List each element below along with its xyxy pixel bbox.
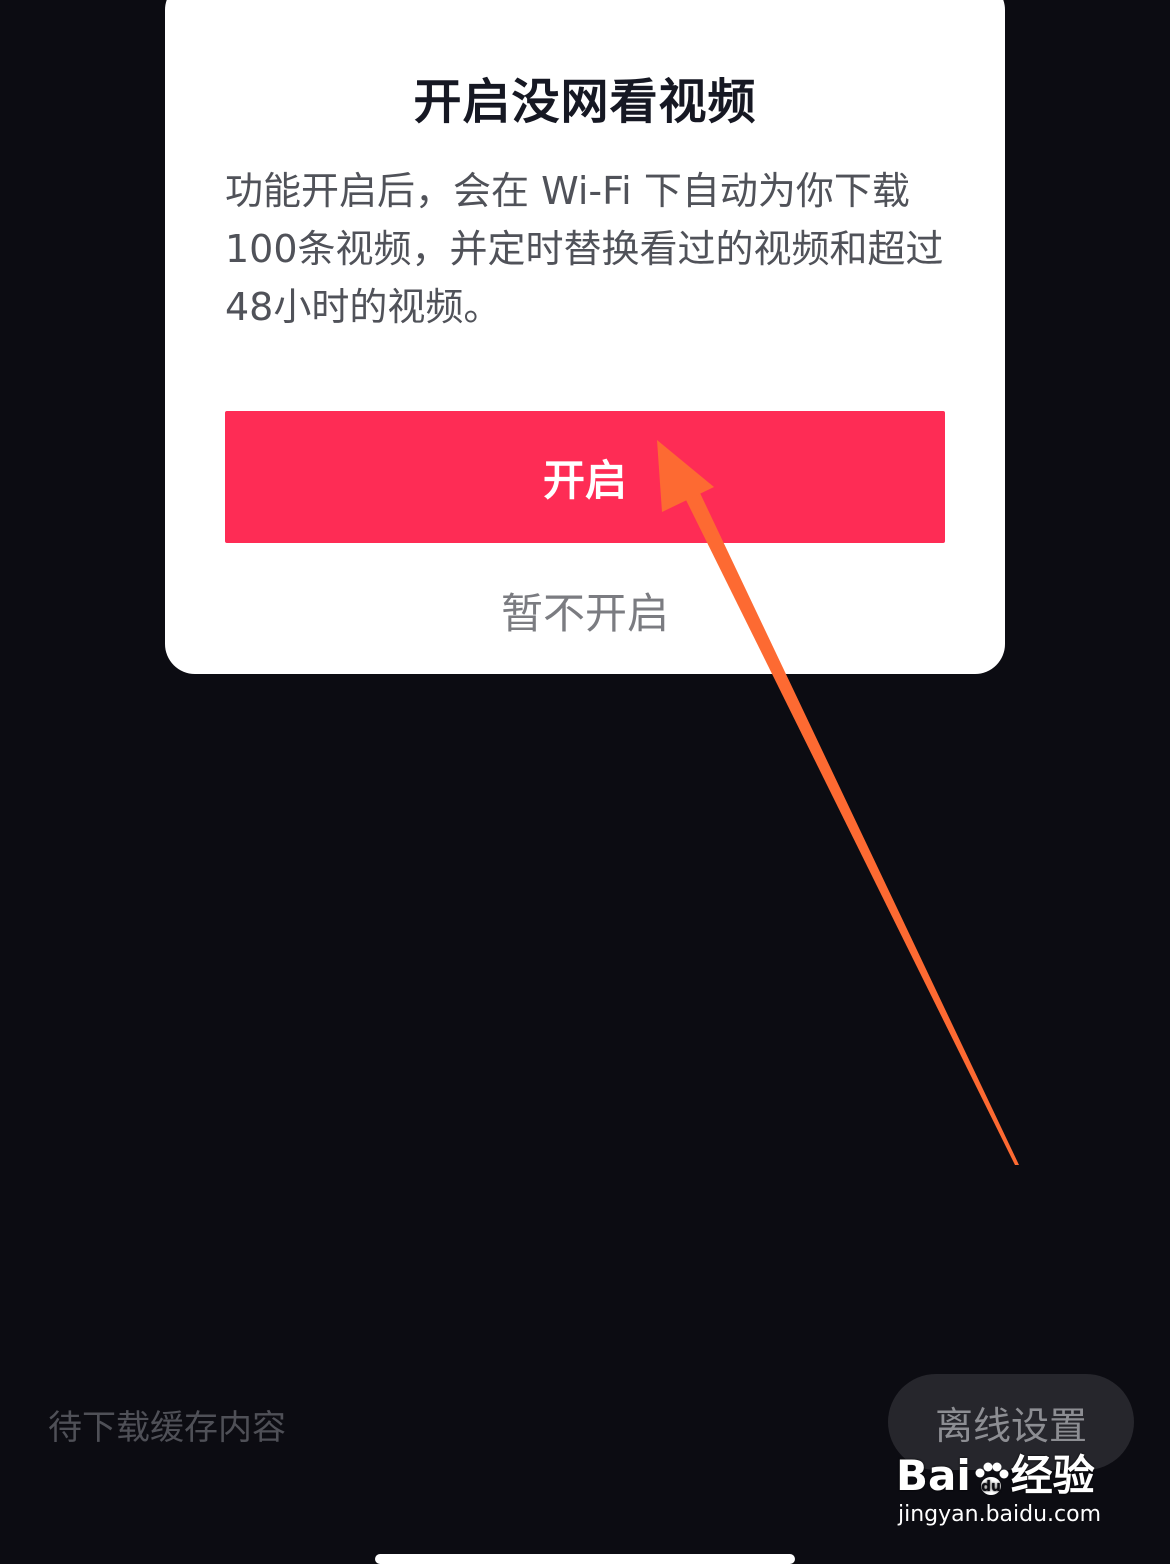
not-now-button[interactable]: 暂不开启: [165, 580, 1005, 641]
dialog-description: 功能开启后，会在 Wi-Fi 下自动为你下载100条视频，并定时替换看过的视频和…: [225, 169, 944, 329]
offline-video-dialog: 开启没网看视频 功能开启后，会在 Wi-Fi 下自动为你下载100条视频，并定时…: [165, 0, 1005, 674]
home-indicator[interactable]: [375, 1554, 795, 1564]
svg-text:du: du: [981, 1479, 1001, 1495]
pending-download-label: 待下载缓存内容: [48, 1408, 286, 1448]
dialog-title: 开启没网看视频: [413, 74, 757, 130]
watermark-url: jingyan.baidu.com: [898, 1502, 1102, 1527]
baidu-logo: Bai du 经验: [896, 1451, 1095, 1500]
baidu-jingyan-watermark: Bai du 经验 jingyan.baidu.com: [896, 1438, 1116, 1538]
enable-button[interactable]: 开启: [225, 411, 945, 543]
paw-icon: du: [975, 1462, 1009, 1495]
